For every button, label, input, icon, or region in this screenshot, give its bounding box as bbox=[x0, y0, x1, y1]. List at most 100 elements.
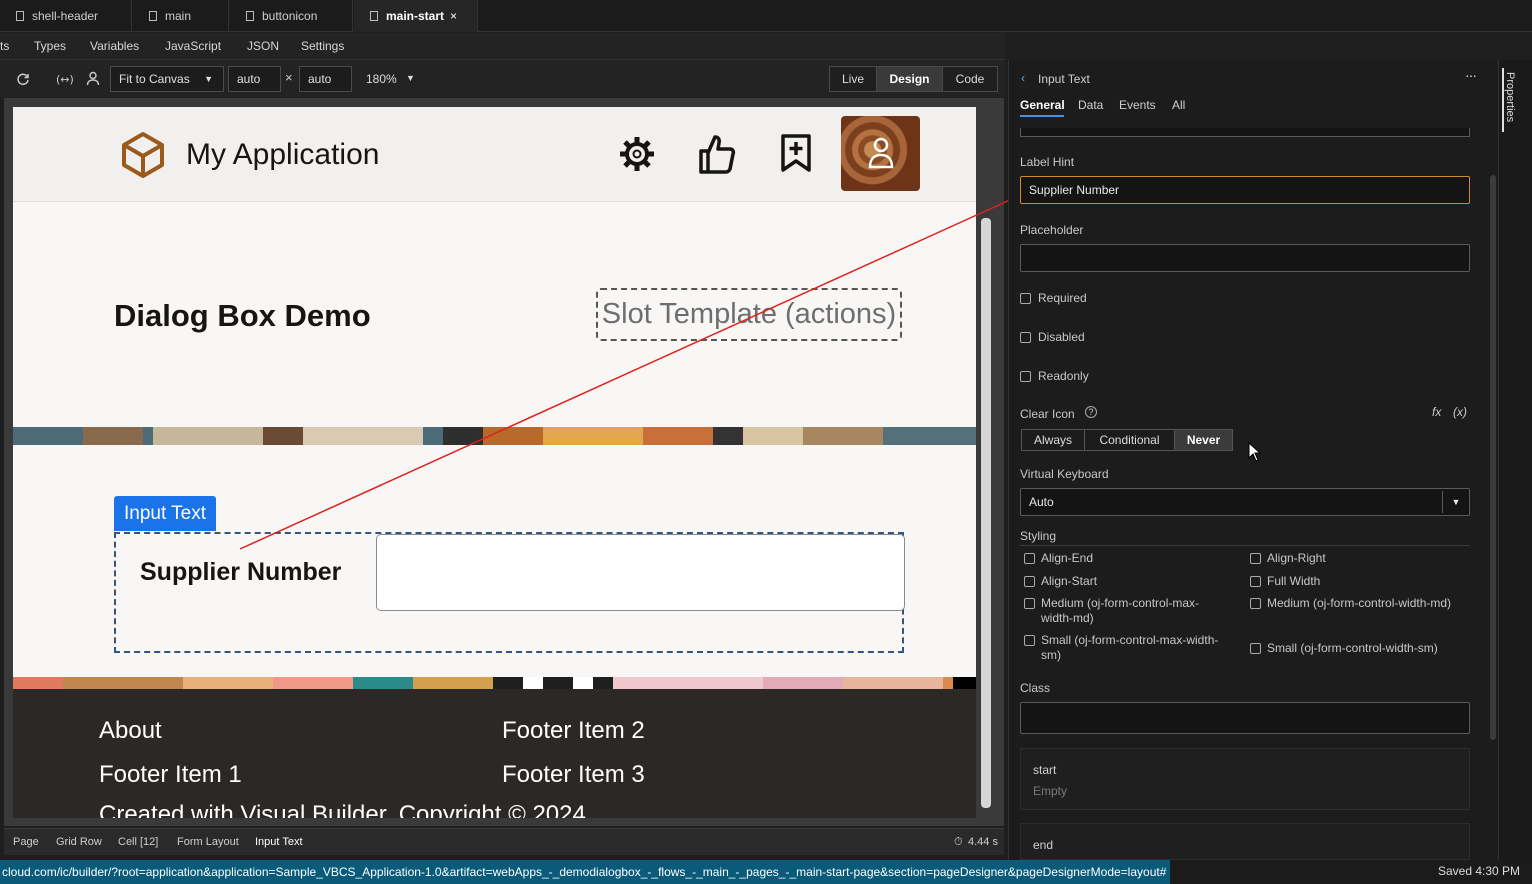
live-mode-button[interactable]: Live bbox=[829, 66, 877, 92]
design-mode-button[interactable]: Design bbox=[876, 66, 943, 92]
clear-icon-label: Clear Icon bbox=[1020, 407, 1075, 421]
class-label: Class bbox=[1020, 681, 1051, 695]
breadcrumb-page[interactable]: Page bbox=[13, 829, 39, 855]
file-icon bbox=[370, 11, 378, 21]
start-slot-panel[interactable]: start Empty bbox=[1020, 748, 1470, 810]
required-checkbox[interactable] bbox=[1020, 293, 1031, 304]
align-start-checkbox[interactable] bbox=[1024, 576, 1035, 587]
small-max-width-checkbox[interactable] bbox=[1024, 635, 1035, 646]
properties-scrollbar[interactable] bbox=[1490, 175, 1496, 740]
input-text-component[interactable]: Supplier Number bbox=[114, 532, 905, 653]
small-width-checkbox[interactable] bbox=[1250, 643, 1261, 654]
tab-shell-header[interactable]: shell-header bbox=[0, 0, 132, 32]
disabled-label: Disabled bbox=[1038, 330, 1085, 344]
previous-field-input[interactable] bbox=[1020, 128, 1470, 137]
bookmark-add-icon[interactable] bbox=[780, 133, 812, 173]
footer-link-item-1[interactable]: Footer Item 1 bbox=[99, 761, 242, 789]
clear-icon-never-button[interactable]: Never bbox=[1174, 429, 1233, 451]
supplier-number-label: Supplier Number bbox=[140, 558, 342, 586]
supplier-number-input[interactable] bbox=[376, 534, 905, 611]
canvas-height-input[interactable]: auto bbox=[299, 66, 352, 92]
settings-gear-icon[interactable] bbox=[617, 134, 657, 174]
tab-data[interactable]: Data bbox=[1078, 98, 1103, 112]
code-mode-button[interactable]: Code bbox=[942, 66, 998, 92]
styling-divider bbox=[1020, 545, 1470, 546]
tab-label: main bbox=[165, 9, 192, 23]
footer-link-about[interactable]: About bbox=[99, 717, 162, 745]
user-icon[interactable] bbox=[86, 71, 100, 86]
menu-item-settings[interactable]: Settings bbox=[301, 33, 344, 59]
rail-active-indicator bbox=[1502, 68, 1504, 132]
properties-rail-label: Properties bbox=[1504, 72, 1516, 123]
tab-events[interactable]: Events bbox=[1119, 98, 1156, 112]
breadcrumb-form-layout[interactable]: Form Layout bbox=[177, 829, 239, 855]
app-footer: About Footer Item 1 Footer Item 2 Footer… bbox=[13, 689, 976, 818]
placeholder-input[interactable] bbox=[1020, 244, 1470, 272]
clear-icon-conditional-button[interactable]: Conditional bbox=[1084, 429, 1175, 451]
expression-icon[interactable]: fx bbox=[1432, 405, 1441, 419]
canvas-width-input[interactable]: auto bbox=[228, 66, 281, 92]
virtual-keyboard-select[interactable]: Auto ▼ bbox=[1020, 488, 1470, 516]
app-header[interactable]: My Application bbox=[13, 107, 976, 202]
breadcrumb-grid-row[interactable]: Grid Row bbox=[56, 829, 102, 855]
medium-max-width-checkbox[interactable] bbox=[1024, 598, 1035, 609]
slot-template-label: Slot Template (actions) bbox=[601, 298, 897, 330]
back-chevron-icon[interactable]: ‹ bbox=[1021, 71, 1025, 85]
breadcrumb-cell[interactable]: Cell [12] bbox=[118, 829, 158, 855]
tab-general[interactable]: General bbox=[1020, 98, 1065, 112]
menu-item-javascript[interactable]: JavaScript bbox=[165, 33, 221, 59]
footer-copyright: Created with Visual Builder, Copyright ©… bbox=[99, 801, 586, 818]
designer-toolbar: (↔) Fit to Canvas ▼ auto × auto 180% ▼ Li… bbox=[0, 59, 1005, 97]
readonly-label: Readonly bbox=[1038, 369, 1089, 383]
tab-all[interactable]: All bbox=[1172, 98, 1185, 112]
align-end-checkbox[interactable] bbox=[1024, 553, 1035, 564]
align-right-checkbox[interactable] bbox=[1250, 553, 1261, 564]
clear-icon-always-button[interactable]: Always bbox=[1021, 429, 1085, 451]
tab-main-start[interactable]: main-start × bbox=[354, 0, 478, 32]
refresh-icon[interactable] bbox=[16, 72, 30, 86]
class-input[interactable] bbox=[1020, 702, 1470, 734]
svg-text:(↔): (↔) bbox=[56, 73, 74, 86]
footer-link-item-2[interactable]: Footer Item 2 bbox=[502, 717, 645, 745]
help-icon[interactable]: ? bbox=[1085, 406, 1097, 418]
close-icon[interactable]: × bbox=[450, 9, 457, 23]
tab-label: main-start bbox=[386, 9, 445, 23]
variable-icon[interactable]: (↔) bbox=[56, 72, 74, 86]
page-title: Dialog Box Demo bbox=[114, 298, 371, 333]
slot-template-actions[interactable]: Slot Template (actions) bbox=[596, 288, 902, 341]
full-width-checkbox[interactable] bbox=[1250, 576, 1261, 587]
properties-rail: Properties bbox=[1498, 60, 1532, 860]
user-avatar[interactable] bbox=[841, 116, 920, 191]
end-slot-panel[interactable]: end bbox=[1020, 823, 1470, 860]
medium-width-label: Medium (oj-form-control-width-md) bbox=[1267, 596, 1452, 610]
editor-tab-bar: shell-header main buttonicon main-start × bbox=[0, 0, 1532, 32]
medium-width-checkbox[interactable] bbox=[1250, 598, 1261, 609]
footer-link-item-3[interactable]: Footer Item 3 bbox=[502, 761, 645, 789]
label-hint-input[interactable]: Supplier Number bbox=[1020, 176, 1470, 204]
variable-binding-icon[interactable]: (x) bbox=[1453, 405, 1467, 419]
page-preview[interactable]: My Application Dialog Box Demo Slot Temp… bbox=[13, 107, 976, 818]
canvas-scrollbar[interactable] bbox=[981, 218, 991, 808]
zoom-chevron-down-icon[interactable]: ▼ bbox=[406, 73, 415, 83]
thumbs-up-icon[interactable] bbox=[697, 133, 737, 175]
disabled-checkbox[interactable] bbox=[1020, 332, 1031, 343]
component-badge-label: Input Text bbox=[123, 503, 207, 524]
menu-item-variables[interactable]: Variables bbox=[90, 33, 139, 59]
align-right-label: Align-Right bbox=[1267, 551, 1326, 565]
tab-buttonicon[interactable]: buttonicon bbox=[230, 0, 353, 32]
readonly-checkbox[interactable] bbox=[1020, 371, 1031, 382]
breadcrumb-input-text[interactable]: Input Text bbox=[255, 829, 303, 855]
menu-item-json[interactable]: JSON bbox=[247, 33, 279, 59]
tab-main[interactable]: main bbox=[133, 0, 229, 32]
fit-to-canvas-select[interactable]: Fit to Canvas ▼ bbox=[110, 66, 224, 92]
menu-item-ts[interactable]: ts bbox=[0, 33, 9, 59]
zoom-level[interactable]: 180% bbox=[366, 72, 397, 86]
app-title: My Application bbox=[186, 138, 380, 171]
properties-panel: ‹ Input Text ··· General Data Events All… bbox=[1008, 60, 1498, 860]
menu-item-types[interactable]: Types bbox=[34, 33, 66, 59]
properties-rail-tab[interactable]: Properties bbox=[1502, 72, 1528, 132]
breadcrumb: Page Grid Row Cell [12] Form Layout Inpu… bbox=[4, 828, 1004, 855]
more-options-icon[interactable]: ··· bbox=[1465, 67, 1477, 83]
selected-component-badge: Input Text bbox=[114, 496, 216, 531]
decorative-banner-bottom bbox=[13, 677, 976, 689]
